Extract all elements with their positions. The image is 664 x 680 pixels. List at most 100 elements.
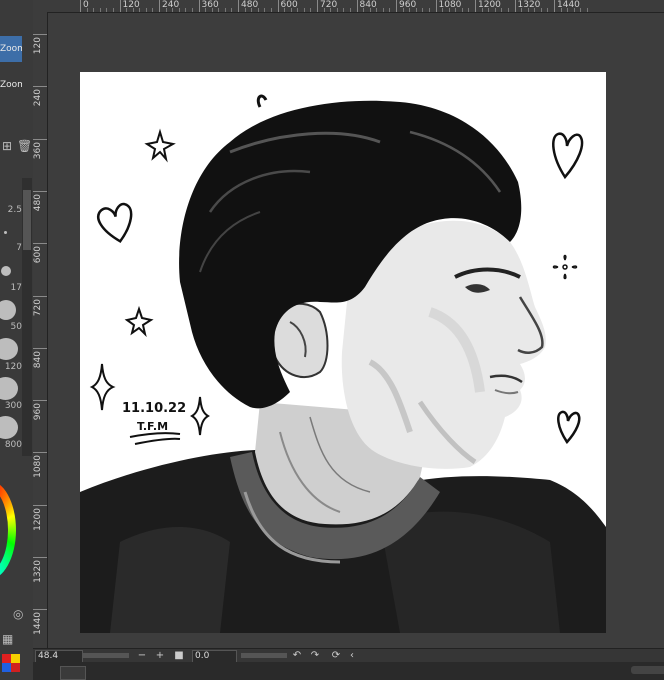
ruler-minor-tick [580,8,582,12]
color-swatch[interactable] [11,663,20,672]
navigator-icon[interactable]: ◎ [13,607,23,621]
ruler-minor-tick [343,8,345,12]
ruler-minor-tick [501,8,503,12]
ruler-major-tick [33,190,47,192]
ruler-minor-tick [428,8,430,12]
ruler-label: 840 [33,350,43,368]
ruler-minor-tick [205,8,207,12]
brush-size-dot [0,377,18,400]
artwork-canvas[interactable]: 11.10.22 T.F.M [80,72,606,633]
ruler-minor-tick [409,8,411,12]
brush-size-dot [0,300,16,320]
ruler-major-tick [514,0,516,12]
ruler-minor-tick [369,8,371,12]
brush-size-item[interactable]: 50 [0,322,22,332]
ruler-minor-tick [93,8,95,12]
trash-icon[interactable]: 🗑 [17,139,32,153]
ruler-minor-tick [152,8,154,12]
ruler-minor-tick [567,8,569,12]
ruler-minor-tick [218,8,220,12]
ruler-major-tick [33,295,47,297]
ruler-major-tick [33,557,47,558]
ruler-minor-tick [507,8,509,12]
ruler-major-tick [435,0,437,12]
ruler-minor-tick [521,8,523,12]
ruler-major-tick [356,0,358,12]
ruler-minor-tick [481,8,483,12]
zoom-in-icon[interactable]: + [154,649,166,663]
brush-size-item[interactable]: 2.5 [0,205,22,215]
ruler-minor-tick [527,8,529,12]
ruler-minor-tick [488,8,490,12]
ruler-major-tick [119,0,121,12]
ruler-major-tick [475,0,476,12]
brush-size-item[interactable]: 17 [0,283,22,293]
ruler-label: 240 [162,0,180,10]
ruler-major-tick [33,86,47,88]
horizontal-scrollbar[interactable] [631,666,664,674]
ruler-label: 960 [33,403,43,421]
brush-size-dot [0,416,18,439]
ruler-major-tick [33,34,47,35]
ruler-minor-tick [349,8,351,12]
ruler-label: 720 [320,0,338,10]
zoom-out-button[interactable]: Zoom Out [0,72,22,98]
color-swatch[interactable] [2,663,11,672]
artwork-date: 11.10.22 [122,401,186,416]
ruler-major-tick [277,0,279,12]
rotation-slider[interactable] [241,653,287,658]
ruler-minor-tick [560,8,562,12]
ruler-minor-tick [389,8,391,12]
horizontal-ruler: 0 120 240 360 480 600 720 840 960 1080 1200 1320 144… [33,0,664,13]
ruler-major-tick [317,0,318,12]
ruler-minor-tick [336,8,338,12]
ruler-minor-tick [323,8,325,12]
ruler-label: 480 [241,0,259,10]
ruler-major-tick [33,138,47,140]
ruler-major-tick [33,609,47,611]
fit-icon[interactable]: ■ [173,649,185,663]
palette-icon[interactable]: ▦ [2,632,13,646]
vertical-ruler: 120 240 360 480 600 720 840 960 1080 1200 1320 1440 [33,12,48,652]
ruler-minor-tick [547,8,549,12]
brush-size-dot [0,338,18,360]
zoom-slider[interactable] [83,653,129,658]
brush-size-item[interactable]: 300 [0,401,22,411]
ruler-minor-tick [126,8,128,12]
brush-size-item[interactable]: 120 [0,362,22,372]
reset-rotation-icon[interactable]: ⟳ [330,649,342,663]
ruler-minor-tick [86,8,88,12]
ruler-label: 120 [122,0,140,10]
ruler-minor-tick [191,8,193,12]
ruler-minor-tick [461,8,463,12]
ruler-minor-tick [376,8,378,12]
brush-size-item[interactable]: 800 [0,440,22,450]
ruler-label: 240 [33,89,43,107]
ruler-label: 960 [399,0,417,10]
scrollbar-thumb[interactable] [23,190,31,250]
ruler-label: 360 [33,141,43,159]
rotate-right-icon[interactable]: ↷ [309,649,321,663]
ruler-minor-tick [310,8,312,12]
ruler-major-tick [33,452,47,454]
ruler-label: 720 [33,298,43,316]
ruler-major-tick [396,0,397,12]
color-swatch[interactable] [11,654,20,663]
window-tab-icon[interactable] [60,666,86,680]
bottom-strip [33,662,664,680]
ruler-minor-tick [297,8,299,12]
ruler-major-tick [80,0,81,12]
ruler-minor-tick [415,8,417,12]
status-bar: 48.4 − + ■ 0.0 ↶ ↷ ⟳ ‹ [33,648,664,663]
zoom-out-icon[interactable]: − [136,649,148,663]
rotate-left-icon[interactable]: ↶ [291,649,303,663]
ruler-minor-tick [303,8,305,12]
add-icon[interactable]: ⊞ [2,139,12,153]
zoom-in-button[interactable]: Zoom In [0,36,22,62]
color-swatch[interactable] [2,654,11,663]
brush-size-item[interactable]: 7 [0,243,22,253]
chevron-left-icon[interactable]: ‹ [346,649,358,663]
brush-size-dot [4,231,7,234]
color-wheel[interactable] [0,480,16,580]
brush-size-scrollbar[interactable] [22,178,32,456]
